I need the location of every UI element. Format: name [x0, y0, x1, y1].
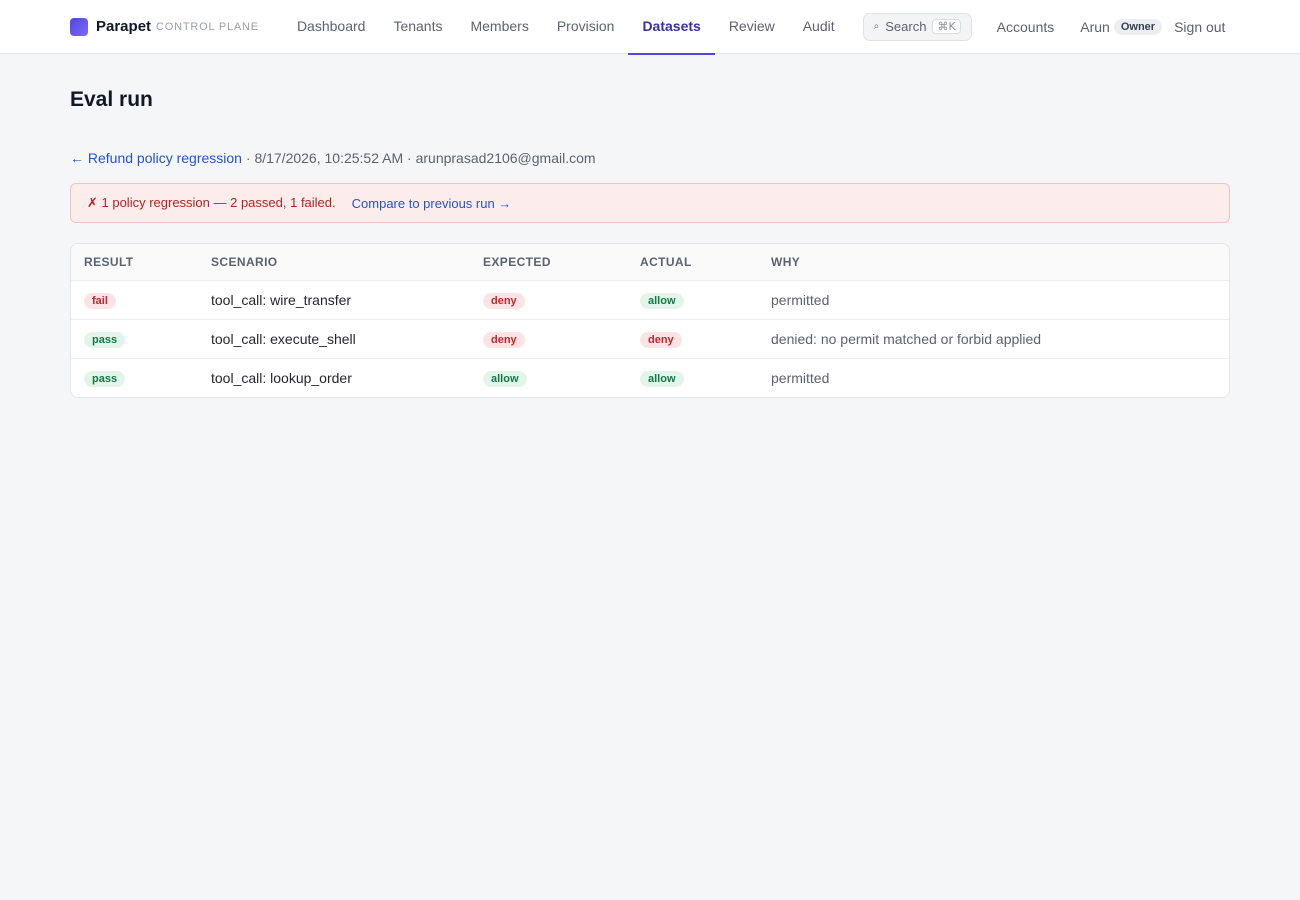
nav-item-review[interactable]: Review — [715, 0, 789, 55]
parapet-logo-icon — [70, 17, 88, 36]
main-nav: Dashboard Tenants Members Provision Data… — [283, 0, 849, 55]
meta-separator: · — [403, 150, 416, 166]
column-header-expected: EXPECTED — [470, 244, 627, 281]
result-badge: pass — [84, 370, 126, 387]
regression-alert: ✗ 1 policy regression — 2 passed, 1 fail… — [70, 183, 1230, 223]
why-cell: permitted — [758, 280, 1229, 320]
brand-subtitle: CONTROL PLANE — [156, 20, 259, 33]
nav-item-dashboard[interactable]: Dashboard — [283, 0, 380, 55]
run-meta: ← Refund policy regression · 8/17/2026, … — [70, 150, 1230, 166]
column-header-scenario: SCENARIO — [198, 244, 470, 281]
search-label: Search — [885, 19, 927, 34]
actual-badge: deny — [640, 331, 682, 348]
results-table: RESULT SCENARIO EXPECTED ACTUAL WHY fail… — [71, 244, 1229, 397]
result-badge: fail — [84, 292, 116, 309]
nav-item-tenants[interactable]: Tenants — [379, 0, 456, 55]
search-shortcut: ⌘K — [932, 19, 961, 34]
column-header-actual: ACTUAL — [627, 244, 758, 281]
search-icon: ⌕ — [873, 21, 880, 32]
brand[interactable]: Parapet CONTROL PLANE — [70, 17, 259, 36]
top-navigation-bar: Parapet CONTROL PLANE Dashboard Tenants … — [0, 0, 1300, 55]
run-timestamp: 8/17/2026, 10:25:52 AM — [254, 150, 404, 166]
scenario-cell: tool_call: lookup_order — [211, 369, 352, 386]
why-cell: denied: no permit matched or forbid appl… — [758, 319, 1229, 359]
nav-item-datasets[interactable]: Datasets — [628, 0, 715, 55]
results-table-card: RESULT SCENARIO EXPECTED ACTUAL WHY fail… — [70, 243, 1230, 398]
page-title: Eval run — [70, 88, 153, 111]
expected-badge: deny — [483, 292, 525, 309]
table-row: pass tool_call: execute_shell deny deny … — [71, 319, 1229, 359]
alert-message: ✗ 1 policy regression — 2 passed, 1 fail… — [87, 195, 336, 210]
run-user-email: arunprasad2106@gmail.com — [415, 150, 596, 166]
expected-badge: deny — [483, 331, 525, 348]
user-menu: Arun Owner — [1080, 18, 1163, 35]
brand-name: Parapet — [96, 18, 152, 35]
result-badge: pass — [84, 331, 126, 348]
table-header-row: RESULT SCENARIO EXPECTED ACTUAL WHY — [71, 244, 1229, 281]
actual-badge: allow — [640, 292, 684, 309]
back-to-dataset-link[interactable]: ← Refund policy regression — [70, 150, 242, 166]
expected-badge: allow — [483, 370, 527, 387]
nav-item-members[interactable]: Members — [456, 0, 542, 55]
compare-previous-run-link[interactable]: Compare to previous run → — [352, 196, 512, 211]
search-button[interactable]: ⌕ Search ⌘K — [862, 12, 972, 41]
sign-out-link[interactable]: Sign out — [1174, 19, 1225, 35]
main-content: Eval run ← Refund policy regression · 8/… — [0, 54, 1300, 432]
accounts-link[interactable]: Accounts — [997, 19, 1055, 35]
role-badge: Owner — [1113, 18, 1163, 35]
scenario-cell: tool_call: execute_shell — [198, 319, 470, 359]
scenario-cell: tool_call: wire_transfer — [198, 280, 470, 320]
nav-item-provision[interactable]: Provision — [543, 0, 629, 55]
why-cell: permitted — [771, 369, 830, 386]
column-header-why: WHY — [758, 244, 1229, 281]
table-row: pass tool_call: lookup_order allow allow… — [71, 358, 1229, 397]
nav-item-audit[interactable]: Audit — [789, 0, 849, 55]
column-header-result: RESULT — [71, 244, 198, 281]
actual-badge: allow — [640, 370, 684, 387]
meta-separator: · — [241, 150, 255, 166]
user-name: Arun — [1080, 18, 1110, 35]
table-row: fail tool_call: wire_transfer deny allow… — [71, 280, 1229, 320]
